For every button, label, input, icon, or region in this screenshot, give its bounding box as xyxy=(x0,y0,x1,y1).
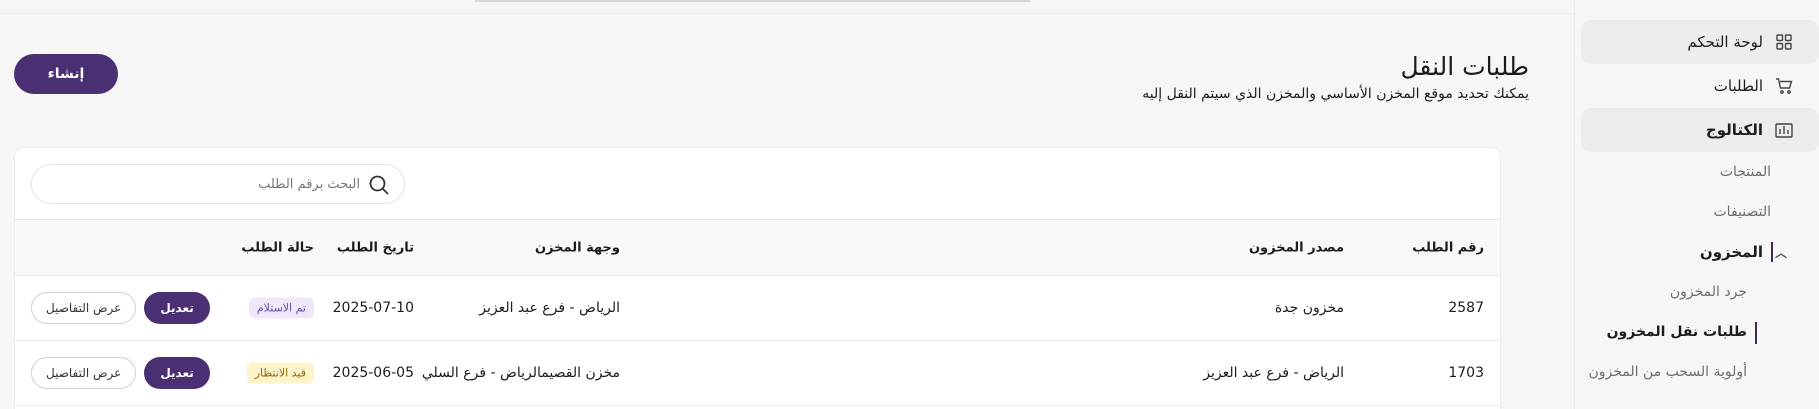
sidebar-subitem-withdrawal-priority[interactable]: أولوية السحب من المخزون xyxy=(1575,352,1819,392)
create-button[interactable]: إنشاء xyxy=(14,54,118,94)
top-scroll-indicator xyxy=(475,0,1030,2)
column-header-destination: وجهة المخزن xyxy=(534,240,620,255)
search-input[interactable] xyxy=(32,176,360,192)
edit-button[interactable]: تعديل xyxy=(144,292,210,324)
transfer-requests-card: رقم الطلب مصدر المخزون وجهة المخزن تاريخ… xyxy=(14,147,1501,409)
sidebar-subitem-label: التصنيفات xyxy=(1713,204,1772,220)
request-destination: مخزن القصيمالرياض - فرع السلي xyxy=(421,365,620,381)
sidebar-subitem-inventory-count[interactable]: جرد المخزون xyxy=(1575,272,1819,312)
sidebar-item-label: الكتالوج xyxy=(1705,121,1763,139)
row-actions: تعديل عرض التفاصيل xyxy=(31,357,210,389)
sidebar-item-label: الطلبات xyxy=(1713,77,1763,95)
row-actions: تعديل عرض التفاصيل xyxy=(31,292,210,324)
sidebar-subitem-transfer-requests[interactable]: طلبات نقل المخزون xyxy=(1575,312,1819,352)
table-row: 2587 مخزون جدة الرياض - فرع عبد العزيز 2… xyxy=(15,276,1500,341)
sidebar-subitem-inventory[interactable]: المخزون ︿ xyxy=(1575,232,1819,272)
column-header-source: مصدر المخزون xyxy=(1248,240,1344,255)
column-header-status: حالة الطلب xyxy=(241,240,314,255)
sidebar-item-label: لوحة التحكم xyxy=(1687,33,1763,51)
request-destination: الرياض - فرع عبد العزيز xyxy=(479,300,620,316)
view-details-button[interactable]: عرض التفاصيل xyxy=(31,357,137,389)
catalog-icon xyxy=(1775,121,1793,139)
request-source: مخزون جدة xyxy=(1274,300,1344,316)
page-subtitle: يمكنك تحديد موقع المخزن الأساسي والمخزن … xyxy=(1142,86,1529,102)
chevron-up-icon[interactable]: ︿ xyxy=(1775,244,1787,261)
request-date: 2025-06-05 xyxy=(332,365,414,381)
search-box[interactable] xyxy=(31,164,405,204)
sidebar-subitem-categories[interactable]: التصنيفات xyxy=(1575,192,1819,232)
table-row: 1703 الرياض - فرع عبد العزيز مخزن القصيم… xyxy=(15,341,1500,406)
search-area xyxy=(15,148,1500,220)
cart-icon xyxy=(1775,77,1793,95)
sidebar-subitem-label: أولوية السحب من المخزون xyxy=(1588,364,1747,380)
page-title: طلبات النقل xyxy=(1400,52,1529,81)
sidebar-item-orders[interactable]: الطلبات xyxy=(1581,64,1819,108)
sidebar-item-dashboard[interactable]: لوحة التحكم xyxy=(1581,20,1819,64)
request-id: 1703 xyxy=(1448,365,1484,381)
column-header-id: رقم الطلب xyxy=(1412,240,1484,255)
dashboard-icon xyxy=(1775,33,1793,51)
sidebar-subitem-label: جرد المخزون xyxy=(1669,284,1747,300)
status-badge: تم الاستلام xyxy=(248,297,314,319)
sidebar-subitem-label: طلبات نقل المخزون xyxy=(1606,324,1747,340)
sidebar-subitem-products[interactable]: المنتجات xyxy=(1575,152,1819,192)
sidebar-item-catalog[interactable]: الكتالوج xyxy=(1581,108,1819,152)
table-header: رقم الطلب مصدر المخزون وجهة المخزن تاريخ… xyxy=(15,220,1500,276)
request-id: 2587 xyxy=(1448,300,1484,316)
column-header-date: تاريخ الطلب xyxy=(336,240,414,255)
view-details-button[interactable]: عرض التفاصيل xyxy=(31,292,137,324)
request-date: 2025-07-10 xyxy=(332,300,414,316)
status-badge: قيد الانتظار xyxy=(246,362,314,384)
sidebar-subitem-label: المخزون xyxy=(1699,243,1763,261)
search-icon xyxy=(368,174,390,196)
edit-button[interactable]: تعديل xyxy=(144,357,210,389)
sidebar: لوحة التحكم الطلبات الكتالوج المنتجات ال… xyxy=(1574,0,1819,409)
request-source: الرياض - فرع عبد العزيز xyxy=(1203,365,1344,381)
top-strip xyxy=(0,0,1574,14)
sidebar-subitem-label: المنتجات xyxy=(1719,164,1771,180)
